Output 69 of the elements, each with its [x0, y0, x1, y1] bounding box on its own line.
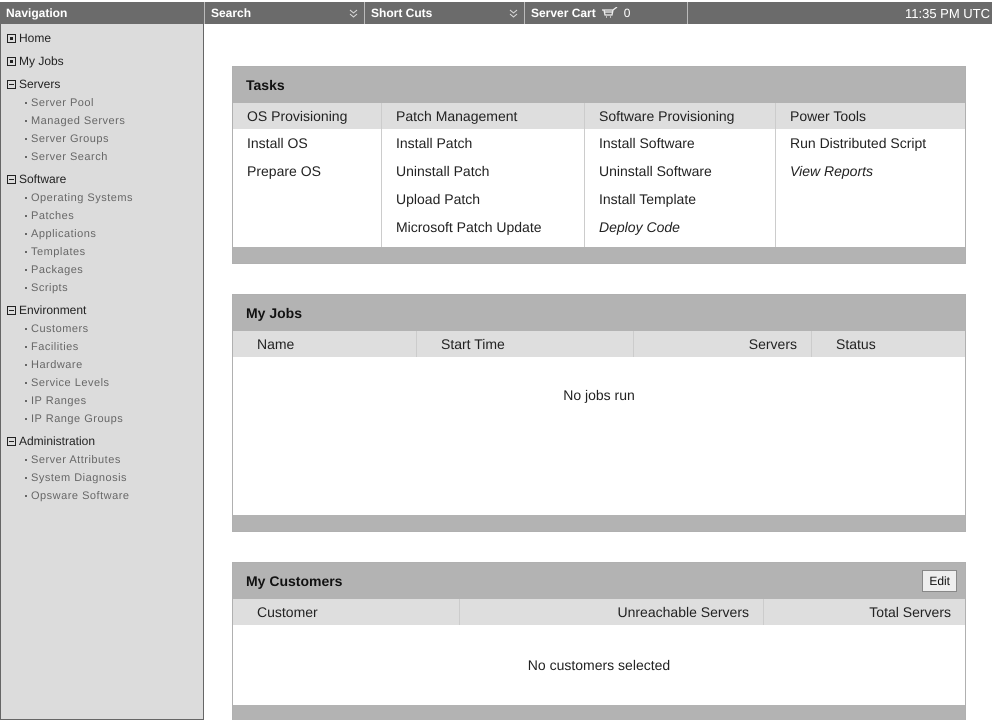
cart-icon[interactable] — [602, 6, 618, 20]
task-link[interactable]: Install OS — [247, 135, 308, 151]
task-link[interactable]: Uninstall Patch — [396, 163, 490, 179]
collapse-icon[interactable] — [7, 436, 16, 446]
chevron-icon — [349, 8, 358, 18]
nav-sublink[interactable]: Managed Servers — [31, 115, 126, 127]
nav-sublink[interactable]: Patches — [31, 210, 74, 222]
task-link[interactable]: Run Distributed Script — [790, 135, 926, 151]
column-header: Total Servers — [869, 604, 951, 620]
nav-sublink[interactable]: Server Attributes — [31, 454, 121, 466]
nav-sublink[interactable]: Templates — [31, 246, 86, 258]
edit-button[interactable]: Edit — [922, 570, 957, 592]
task-link[interactable]: View Reports — [790, 163, 874, 179]
collapse-icon[interactable] — [7, 174, 16, 184]
nav-sublink[interactable]: Server Groups — [31, 133, 110, 145]
empty-message: No customers selected — [528, 657, 670, 673]
column-heading: Patch Management — [396, 108, 518, 124]
nav-sublink[interactable]: Service Levels — [31, 377, 110, 389]
panel-title: My Jobs — [246, 305, 302, 321]
column-header: Status — [836, 336, 876, 352]
nav-sublink[interactable]: Packages — [31, 264, 84, 276]
menu-tab[interactable]: Search — [205, 2, 365, 24]
nav-sublink[interactable]: Operating Systems — [31, 192, 134, 204]
task-link[interactable]: Microsoft Patch Update — [396, 219, 542, 235]
task-link[interactable]: Install Patch — [396, 135, 472, 151]
nav-link[interactable]: Home — [19, 31, 52, 45]
bullet-box-icon[interactable] — [7, 34, 16, 42]
task-link[interactable]: Install Template — [599, 191, 696, 207]
menu-tab[interactable]: Short Cuts — [365, 2, 525, 24]
nav-sublink[interactable]: Scripts — [31, 282, 68, 294]
panel-title: Tasks — [246, 77, 285, 93]
cart-count: 0 — [624, 6, 630, 20]
nav-sublink[interactable]: Opsware Software — [31, 490, 130, 502]
cart-label[interactable]: Server Cart — [531, 6, 596, 20]
column-header: Unreachable Servers — [617, 604, 749, 620]
panel-title: My Customers — [246, 573, 342, 589]
bullet-box-icon[interactable] — [7, 56, 16, 66]
task-link[interactable]: Prepare OS — [247, 163, 321, 179]
nav-link[interactable]: Environment — [19, 303, 86, 317]
nav-sublink[interactable]: System Diagnosis — [31, 472, 128, 484]
clock-time: 11:35 PM UTC — [904, 6, 990, 20]
column-heading: Power Tools — [790, 108, 866, 124]
task-link[interactable]: Deploy Code — [599, 219, 680, 235]
nav-sublink[interactable]: Customers — [31, 323, 89, 335]
column-header: Servers — [748, 336, 797, 352]
nav-sublink[interactable]: Applications — [31, 228, 96, 240]
nav-link[interactable]: Servers — [19, 77, 60, 91]
nav-sublink[interactable]: IP Ranges — [31, 395, 87, 407]
task-link[interactable]: Upload Patch — [396, 191, 480, 207]
nav-sublink[interactable]: Server Search — [31, 151, 108, 163]
nav-link[interactable]: My Jobs — [19, 54, 64, 68]
nav-link[interactable]: Software — [19, 172, 66, 186]
navigation-title: Navigation — [6, 6, 68, 20]
nav-sublink[interactable]: Server Pool — [31, 97, 94, 109]
column-heading: Software Provisioning — [599, 108, 734, 124]
nav-sublink[interactable]: IP Range Groups — [31, 413, 124, 425]
task-link[interactable]: Uninstall Software — [599, 163, 712, 179]
empty-message: No jobs run — [563, 387, 635, 405]
chevron-icon — [509, 8, 518, 18]
nav-sublink[interactable]: Hardware — [31, 359, 83, 371]
collapse-icon[interactable] — [7, 306, 16, 314]
nav-sublink[interactable]: Facilities — [31, 341, 79, 353]
column-heading: OS Provisioning — [247, 108, 348, 124]
column-header: Customer — [257, 604, 318, 620]
column-header: Start Time — [441, 336, 505, 352]
column-header: Name — [257, 336, 294, 352]
task-link[interactable]: Install Software — [599, 135, 695, 151]
collapse-icon[interactable] — [7, 80, 16, 88]
nav-link[interactable]: Administration — [19, 434, 96, 448]
